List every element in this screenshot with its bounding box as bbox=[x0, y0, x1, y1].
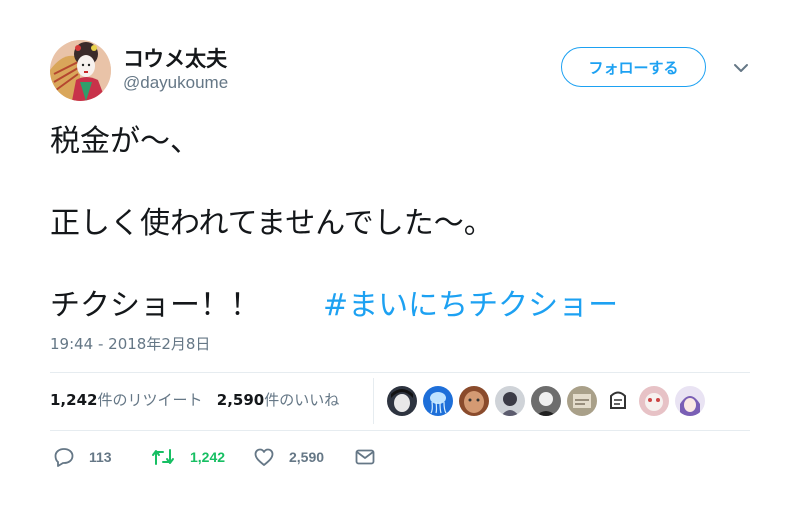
liker-avatar[interactable] bbox=[639, 386, 669, 416]
reply-icon bbox=[54, 448, 74, 467]
author-avatar[interactable] bbox=[50, 40, 111, 101]
liker-avatar[interactable] bbox=[423, 386, 453, 416]
chevron-down-icon[interactable] bbox=[731, 60, 751, 76]
reply-count: 113 bbox=[89, 449, 112, 465]
follow-button[interactable]: フォローする bbox=[561, 47, 706, 87]
retweet-stat-count: 1,242 bbox=[50, 391, 98, 409]
liker-avatar[interactable] bbox=[495, 386, 525, 416]
retweet-icon bbox=[152, 449, 174, 465]
like-count: 2,590 bbox=[289, 449, 325, 465]
author-handle[interactable]: @dayukoume bbox=[123, 73, 228, 93]
tweet-stats: 1,242件のリツイート 2,590件のいいね bbox=[50, 389, 339, 410]
like-stat-label: 件のいいね bbox=[264, 391, 340, 409]
tweet-timestamp[interactable]: 19:44 - 2018年2月8日 bbox=[50, 333, 210, 354]
direct-message-button[interactable] bbox=[354, 446, 376, 468]
divider-top bbox=[50, 372, 750, 373]
retweet-stat-label: 件のリツイート bbox=[97, 391, 203, 409]
liker-avatar[interactable] bbox=[387, 386, 417, 416]
like-stat-count: 2,590 bbox=[216, 391, 265, 409]
reply-button[interactable]: 113 bbox=[53, 446, 112, 468]
retweet-stat[interactable]: 1,242件のリツイート bbox=[50, 391, 202, 409]
liker-avatar[interactable] bbox=[567, 386, 597, 416]
liker-avatar[interactable] bbox=[531, 386, 561, 416]
tweet-text-line-1: 税金が～、 bbox=[50, 124, 200, 159]
like-button[interactable]: 2,590 bbox=[253, 446, 324, 468]
heart-icon bbox=[254, 448, 274, 466]
hashtag-link[interactable]: #まいにちチクショー bbox=[323, 280, 618, 324]
liker-avatar[interactable] bbox=[459, 386, 489, 416]
liker-avatar[interactable] bbox=[603, 386, 633, 416]
retweet-count: 1,242 bbox=[190, 449, 226, 465]
envelope-icon bbox=[355, 449, 375, 465]
like-stat[interactable]: 2,590件のいいね bbox=[217, 391, 339, 409]
stats-separator bbox=[373, 378, 374, 424]
tweet-text-line-2: 正しく使われてませんでした～。 bbox=[50, 206, 494, 241]
author-display-name[interactable]: コウメ太夫 bbox=[123, 43, 227, 73]
retweet-button[interactable]: 1,242 bbox=[150, 446, 225, 468]
liker-avatar[interactable] bbox=[675, 386, 705, 416]
tweet-text-line-3: チクショー！！ bbox=[50, 288, 260, 323]
divider-bottom bbox=[50, 430, 750, 431]
